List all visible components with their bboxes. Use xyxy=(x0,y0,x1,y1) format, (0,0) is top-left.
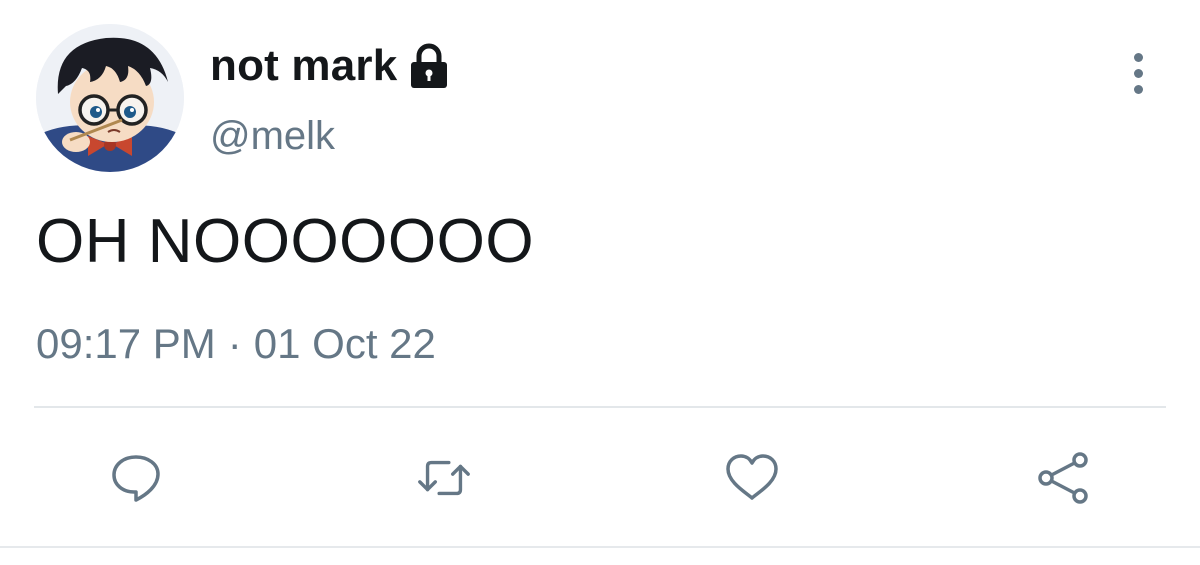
author-row: not mark xyxy=(210,38,451,94)
heart-icon xyxy=(726,454,778,500)
like-button[interactable] xyxy=(722,450,782,506)
display-name[interactable]: not mark xyxy=(210,41,397,91)
meta-separator: · xyxy=(227,320,242,367)
tweet-text: OH NOOOOOOO xyxy=(36,207,535,276)
tweet-card: not mark @melk OH NOOOOOOO 09:17 PM · 01 O… xyxy=(0,0,1200,565)
retweet-icon xyxy=(418,460,470,496)
divider xyxy=(34,406,1166,408)
more-dot xyxy=(1133,84,1143,94)
more-dot xyxy=(1133,68,1143,78)
share-icon xyxy=(1038,452,1088,504)
more-vertical-icon[interactable] xyxy=(1118,48,1158,98)
lock-icon xyxy=(411,43,448,88)
avatar-image xyxy=(36,24,184,172)
more-dot xyxy=(1133,52,1143,62)
tweet-date: 01 Oct 22 xyxy=(253,320,436,367)
reply-button[interactable] xyxy=(106,450,166,506)
user-handle[interactable]: @melk xyxy=(210,114,335,159)
tweet-time: 09:17 PM xyxy=(36,320,216,367)
bottom-divider xyxy=(0,546,1200,548)
tweet-timestamp[interactable]: 09:17 PM · 01 Oct 22 xyxy=(36,320,436,368)
retweet-button[interactable] xyxy=(414,450,474,506)
share-button[interactable] xyxy=(1034,450,1094,506)
avatar[interactable] xyxy=(36,24,184,172)
reply-icon xyxy=(112,455,160,502)
